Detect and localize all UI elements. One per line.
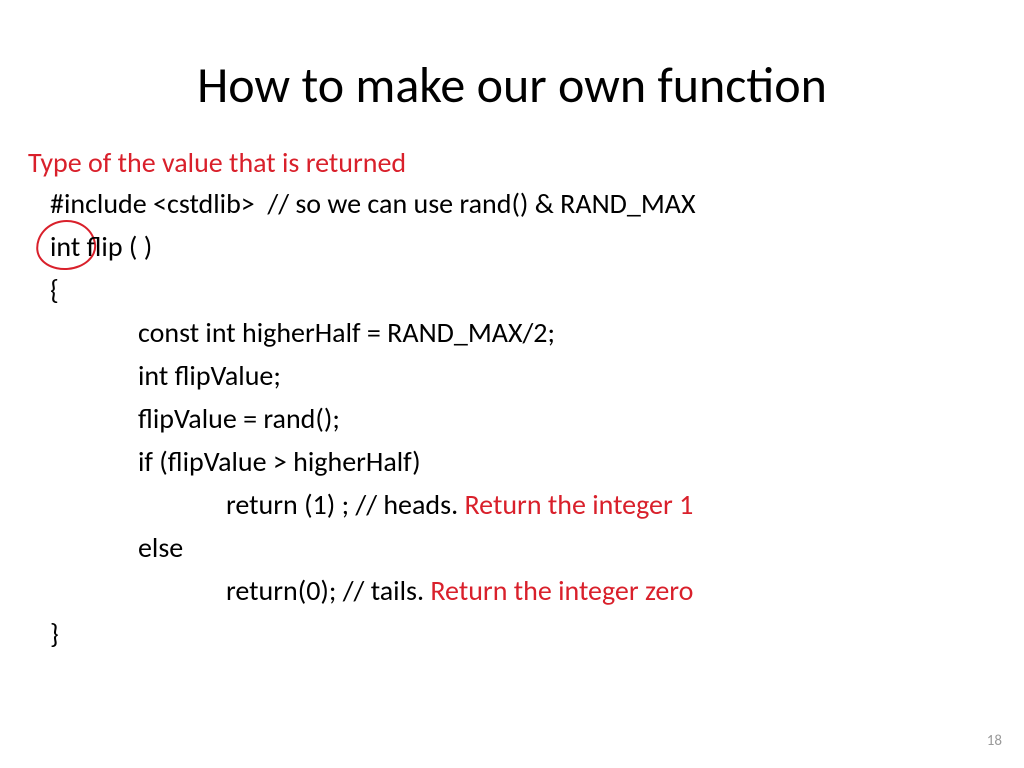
slide: How to make our own function Type of the… (0, 0, 1024, 768)
code-comment: Return the integer zero (430, 573, 693, 608)
code-line: } (50, 616, 59, 651)
code-line: return (1) ; // heads. (226, 487, 464, 522)
code-line: flipValue = rand(); (138, 401, 340, 436)
code-line: #include <cstdlib> // so we can use rand… (50, 186, 696, 221)
code-line: if (flipValue > higherHalf) (138, 444, 421, 479)
code-line: { (50, 272, 59, 307)
code-block: #include <cstdlib> // so we can use rand… (50, 182, 696, 655)
return-type-annotation: Type of the value that is returned (28, 145, 406, 180)
code-line: else (138, 530, 183, 565)
code-line: int flip ( ) (50, 229, 152, 264)
code-comment: Return the integer 1 (464, 487, 693, 522)
slide-title: How to make our own function (0, 55, 1024, 116)
code-line: int flipValue; (138, 358, 281, 393)
code-line: return(0); // tails. (226, 573, 430, 608)
code-line: const int higherHalf = RAND_MAX/2; (138, 315, 555, 350)
page-number: 18 (987, 732, 1002, 750)
